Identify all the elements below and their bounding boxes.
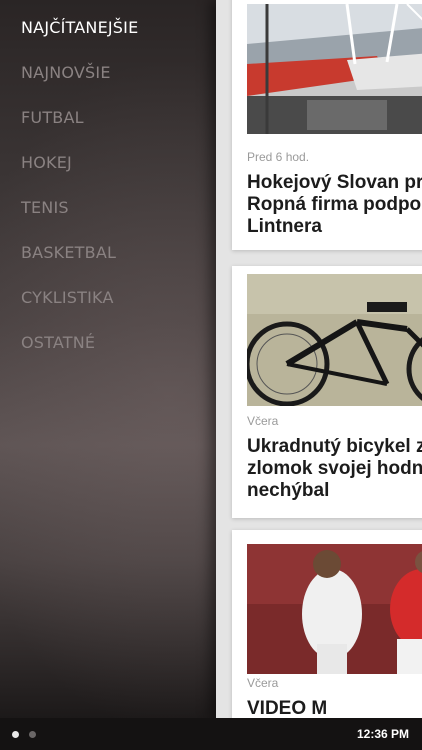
stadium-photo [247,4,422,134]
article-time: Včera [247,414,279,428]
menu-item-ostatne[interactable]: OSTATNÉ [21,331,138,376]
page-indicator-dot-active[interactable] [12,731,19,738]
menu-item-basketbal[interactable]: BASKETBAL [21,241,138,286]
menu-item-hokej[interactable]: HOKEJ [21,151,138,196]
page-indicator-dot[interactable] [29,731,36,738]
article-title: Hokejový Slovan pri Ropná firma podpor L… [247,172,422,237]
article-time: Včera [247,676,279,690]
article-title: Ukradnutý bicykel z zlomok svojej hodno … [247,436,422,501]
article-title: VIDEO M [247,698,328,718]
article-time: Pred 6 hod. [247,150,310,164]
article-card[interactable]: Včera VIDEO M [232,530,422,718]
article-card[interactable]: Pred 6 hod. Hokejový Slovan pri Ropná fi… [232,0,422,250]
menu-item-tenis[interactable]: TENIS [21,196,138,241]
article-feed[interactable]: Pred 6 hod. Hokejový Slovan pri Ropná fi… [216,0,422,718]
article-card[interactable]: Včera Ukradnutý bicykel z zlomok svojej … [232,266,422,518]
football-match-photo [247,544,422,674]
racing-bicycle-photo [247,274,422,406]
menu-item-najcitanejsie[interactable]: NAJČÍTANEJŠIE [21,16,138,61]
menu-item-cyklistika[interactable]: CYKLISTIKA [21,286,138,331]
menu-item-futbal[interactable]: FUTBAL [21,106,138,151]
sports-category-menu: NAJČÍTANEJŠIE NAJNOVŠIE FUTBAL HOKEJ TEN… [21,16,138,376]
status-bar: 12:36 PM [0,718,422,750]
menu-item-najnovsie[interactable]: NAJNOVŠIE [21,61,138,106]
status-clock: 12:36 PM [356,727,409,741]
